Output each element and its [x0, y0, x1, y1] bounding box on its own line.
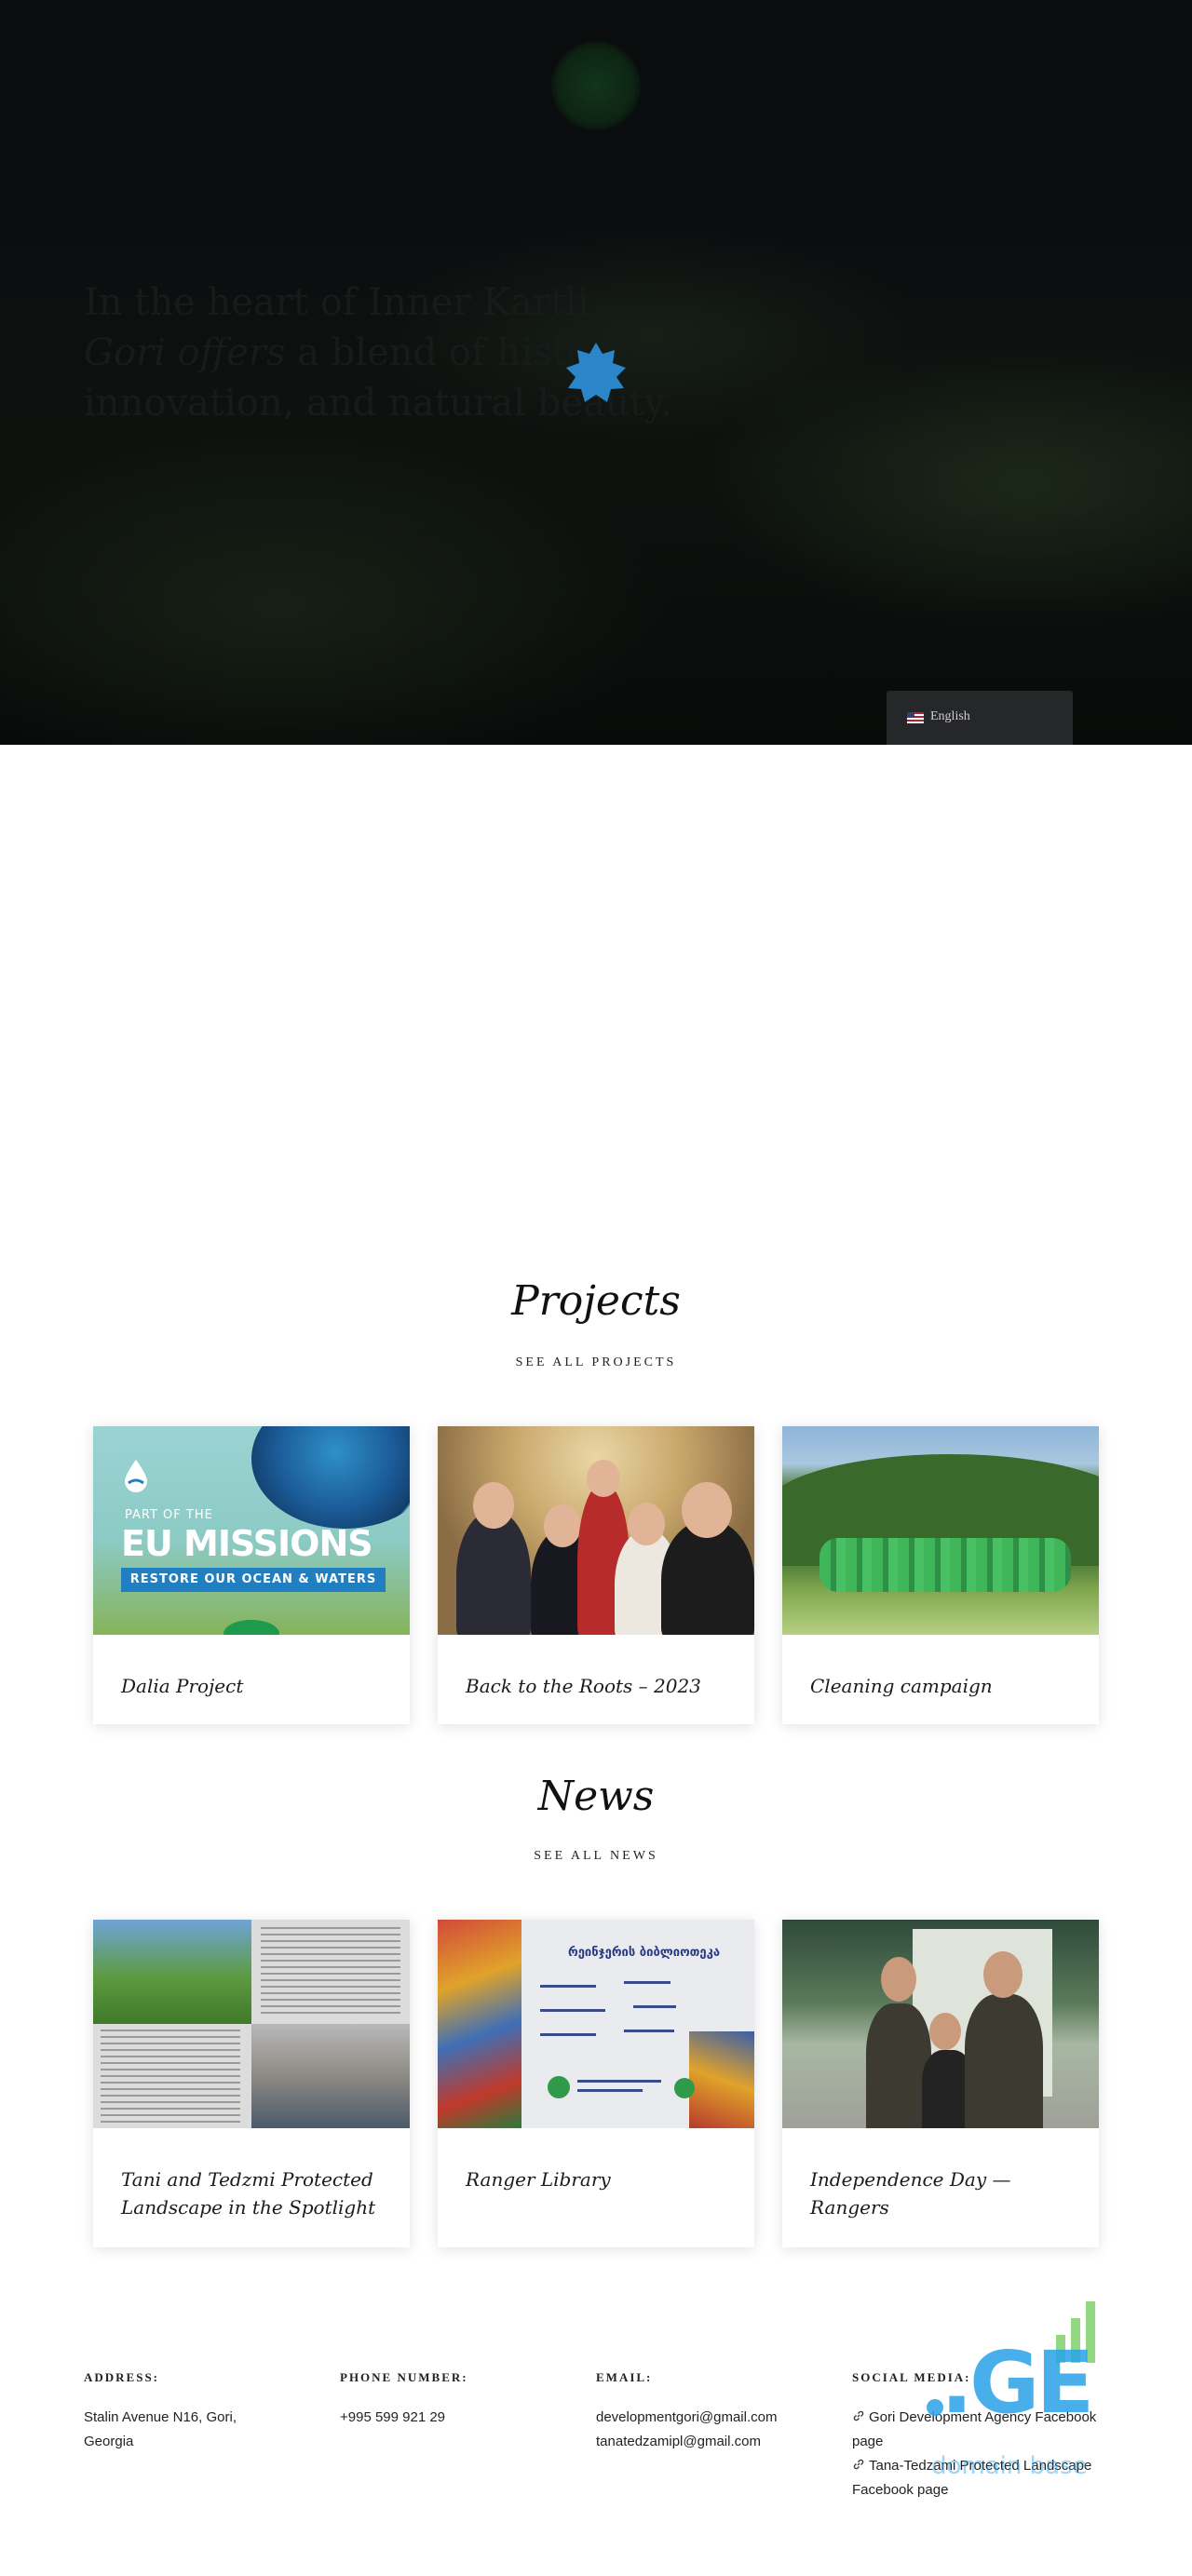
news-title-text[interactable]: Independence Day — Rangers	[782, 2128, 1099, 2221]
see-all-projects-link[interactable]: SEE ALL PROJECTS	[0, 1355, 1192, 1370]
footer-email: EMAIL: developmentgori@gmail.com tanated…	[596, 2370, 847, 2454]
poster-text-line	[577, 2089, 643, 2092]
email-link[interactable]: tanatedzamipl@gmail.com	[596, 2430, 847, 2454]
project-title[interactable]: Dalia Project	[93, 1635, 410, 1700]
poster-text-line	[540, 1985, 596, 1988]
ranger-head	[983, 1951, 1023, 1998]
person-head	[682, 1482, 732, 1538]
volunteer-group	[820, 1538, 1071, 1592]
hero-section: In the heart of Inner Kartli, Gori offer…	[0, 0, 1192, 745]
news-card-independence-day[interactable]: Independence Day — Rangers	[782, 1920, 1099, 2247]
poster-text-line	[624, 2030, 674, 2032]
hero-headline-emphasis: Gori offers	[84, 331, 286, 374]
poster-text-line	[633, 2005, 676, 2008]
water-drop-icon	[125, 1460, 147, 1492]
fish-school-graphic	[251, 1426, 410, 1529]
news-title-text[interactable]: Ranger Library	[438, 2128, 754, 2193]
us-flag-icon	[907, 712, 924, 723]
article-text-block	[261, 1927, 400, 2016]
projects-title: Projects	[511, 1277, 681, 1325]
poster-text-line	[577, 2080, 661, 2083]
project-thumbnail	[782, 1426, 1099, 1635]
loading-spinner-icon	[566, 343, 626, 402]
project-title[interactable]: Cleaning campaign	[782, 1635, 1099, 1700]
phone-label: PHONE NUMBER:	[340, 2370, 468, 2384]
person-head	[628, 1503, 665, 1545]
eu-band-text: RESTORE OUR OCEAN & WATERS	[121, 1568, 386, 1592]
hero-headline-line1: In the heart of Inner Kartli,	[84, 281, 602, 324]
decorative-blob	[224, 1620, 279, 1635]
eu-part-of-text: PART OF THE	[125, 1508, 213, 1522]
domain-base-watermark: .GE domain base	[922, 2300, 1118, 2486]
footer-address: ADDRESS: Stalin Avenue N16, Gori, Georgi…	[84, 2370, 335, 2454]
see-all-news-link[interactable]: SEE ALL NEWS	[0, 1849, 1192, 1864]
person-head	[587, 1460, 620, 1497]
poster-text-line	[624, 1981, 670, 1984]
poster-text-line	[540, 2009, 605, 2012]
project-thumbnail	[438, 1426, 754, 1635]
email-label: EMAIL:	[596, 2370, 653, 2384]
person-head	[473, 1482, 514, 1529]
news-card-tani-tedzmi[interactable]: Tani and Tedzmi Protected Landscape in t…	[93, 1920, 410, 2247]
books-graphic	[438, 1920, 522, 2128]
person-figure	[456, 1510, 531, 1635]
project-thumbnail: PART OF THE EU MISSIONS RESTORE OUR OCEA…	[93, 1426, 410, 1635]
partner-logo	[674, 2078, 695, 2098]
project-card-roots[interactable]: Back to the Roots – 2023	[438, 1426, 754, 1724]
project-card-dalia[interactable]: PART OF THE EU MISSIONS RESTORE OUR OCEA…	[93, 1426, 410, 1724]
article-text-block	[101, 2030, 240, 2123]
poster-text-line	[540, 2033, 596, 2036]
news-title: News	[537, 1773, 655, 1820]
footer-phone: PHONE NUMBER: +995 599 921 29	[340, 2370, 591, 2430]
address-text: Stalin Avenue N16, Gori, Georgia	[84, 2409, 237, 2449]
phone-link[interactable]: +995 599 921 29	[340, 2409, 445, 2425]
site-logo[interactable]	[551, 41, 641, 130]
books-graphic	[689, 2031, 754, 2128]
watermark-logo-text: .GE	[941, 2333, 1094, 2433]
partner-logo	[548, 2076, 570, 2098]
project-title[interactable]: Back to the Roots – 2023	[438, 1635, 754, 1700]
language-label: English	[930, 709, 970, 723]
news-thumbnail: რეინჯერის ბიბლიოთეკა	[438, 1920, 754, 2128]
watermark-sub-text: domain base	[931, 2452, 1088, 2480]
project-card-cleaning[interactable]: Cleaning campaign	[782, 1426, 1099, 1724]
news-title-text[interactable]: Tani and Tedzmi Protected Landscape in t…	[93, 2128, 410, 2221]
link-icon	[853, 2410, 864, 2421]
article-photo	[93, 1920, 251, 2024]
news-thumbnail	[782, 1920, 1099, 2128]
library-poster-heading: რეინჯერის ბიბლიოთეკა	[568, 1946, 721, 1960]
link-icon	[853, 2459, 864, 2470]
eu-missions-text: EU MISSIONS	[121, 1523, 373, 1564]
news-thumbnail	[93, 1920, 410, 2128]
ranger-head	[929, 2013, 961, 2050]
address-label: ADDRESS:	[84, 2370, 160, 2384]
person-head	[544, 1504, 581, 1547]
article-photo	[251, 2024, 410, 2128]
ranger-head	[881, 1957, 916, 2002]
news-card-ranger-library[interactable]: რეინჯერის ბიბლიოთეკა Ranger Library	[438, 1920, 754, 2247]
email-link[interactable]: developmentgori@gmail.com	[596, 2406, 847, 2430]
language-switcher[interactable]: English	[887, 691, 1073, 745]
ranger-figure	[965, 1994, 1043, 2128]
